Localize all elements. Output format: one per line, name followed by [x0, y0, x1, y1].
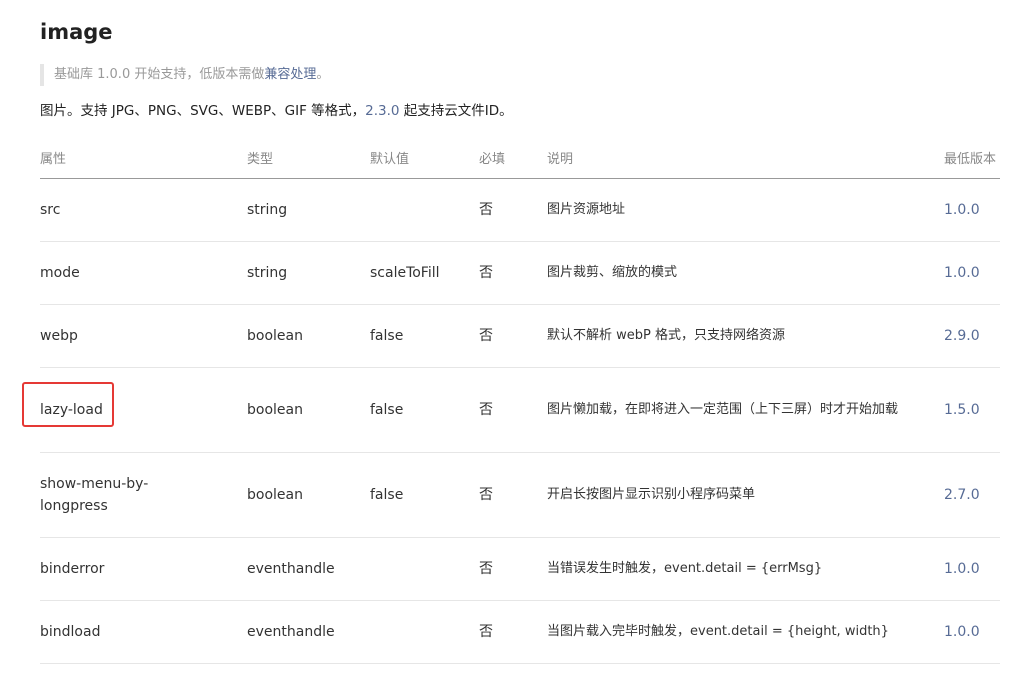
- row-required: 否: [479, 452, 547, 538]
- header-min-version: 最低版本: [944, 136, 1000, 179]
- row-description: 图片懒加载，在即将进入一定范围（上下三屏）时才开始加载: [547, 367, 944, 453]
- table-row: lazy-load boolean false 否 图片懒加载，在即将进入一定范…: [40, 367, 1000, 453]
- row-type: boolean: [247, 367, 370, 453]
- description-text-end: 起支持云文件ID。: [399, 103, 513, 119]
- row-description: 当图片载入完毕时触发，event.detail = {height, width…: [547, 600, 944, 664]
- row-required: 否: [479, 178, 547, 242]
- row-default: scaleToFill: [370, 241, 479, 305]
- compat-link[interactable]: 兼容处理: [264, 67, 316, 82]
- row-name: lazy-load: [40, 367, 247, 453]
- row-description: 图片资源地址: [547, 178, 944, 242]
- description-version: 2.3.0: [365, 103, 400, 119]
- table-row: webp boolean false 否 默认不解析 webP 格式，只支持网络…: [40, 304, 1000, 368]
- compat-note: 基础库 1.0.0 开始支持，低版本需做兼容处理。: [40, 64, 329, 86]
- row-type: string: [247, 241, 370, 305]
- component-description: 图片。支持 JPG、PNG、SVG、WEBP、GIF 等格式，2.3.0 起支持…: [40, 100, 513, 122]
- row-version: 2.7.0: [944, 452, 1000, 538]
- table-header-row: 属性 类型 默认值 必填 说明 最低版本: [40, 136, 1000, 179]
- header-attribute: 属性: [40, 136, 247, 179]
- row-name: binderror: [40, 537, 247, 601]
- description-text: 图片。支持 JPG、PNG、SVG、WEBP、GIF 等格式，: [40, 103, 366, 119]
- table-row: bindload eventhandle 否 当图片载入完毕时触发，event.…: [40, 600, 1000, 664]
- row-default: false: [370, 304, 479, 368]
- row-required: 否: [479, 241, 547, 305]
- row-version: 1.0.0: [944, 241, 1000, 305]
- row-version: 1.0.0: [944, 537, 1000, 601]
- header-required: 必填: [479, 136, 547, 179]
- table-row: src string 否 图片资源地址 1.0.0: [40, 178, 1000, 242]
- row-name: show-menu-by-longpress: [40, 452, 247, 538]
- row-required: 否: [479, 304, 547, 368]
- row-name: webp: [40, 304, 247, 368]
- row-version: 1.0.0: [944, 600, 1000, 664]
- row-description: 默认不解析 webP 格式，只支持网络资源: [547, 304, 944, 368]
- row-type: boolean: [247, 452, 370, 538]
- header-description: 说明: [547, 136, 944, 179]
- page-title: image: [40, 20, 113, 44]
- table-row: show-menu-by-longpress boolean false 否 开…: [40, 452, 1000, 538]
- row-default: [370, 537, 479, 601]
- row-type: boolean: [247, 304, 370, 368]
- row-required: 否: [479, 537, 547, 601]
- row-version: 1.5.0: [944, 367, 1000, 453]
- row-name: bindload: [40, 600, 247, 664]
- row-description: 当错误发生时触发，event.detail = {errMsg}: [547, 537, 944, 601]
- table-row: mode string scaleToFill 否 图片裁剪、缩放的模式 1.0…: [40, 241, 1000, 305]
- table-row: binderror eventhandle 否 当错误发生时触发，event.d…: [40, 537, 1000, 601]
- row-description: 图片裁剪、缩放的模式: [547, 241, 944, 305]
- row-type: string: [247, 178, 370, 242]
- properties-table: 属性 类型 默认值 必填 说明 最低版本 src string 否 图片资源地址…: [40, 136, 1000, 664]
- row-default: [370, 178, 479, 242]
- row-default: false: [370, 367, 479, 453]
- row-required: 否: [479, 367, 547, 453]
- row-required: 否: [479, 600, 547, 664]
- header-type: 类型: [247, 136, 370, 179]
- row-default: false: [370, 452, 479, 538]
- row-version: 1.0.0: [944, 178, 1000, 242]
- row-name: src: [40, 178, 247, 242]
- row-description: 开启长按图片显示识别小程序码菜单: [547, 452, 944, 538]
- header-default: 默认值: [370, 136, 479, 179]
- compat-note-end: 。: [316, 67, 330, 82]
- compat-note-text: 基础库 1.0.0 开始支持，低版本需做: [54, 67, 265, 82]
- row-version: 2.9.0: [944, 304, 1000, 368]
- row-default: [370, 600, 479, 664]
- row-type: eventhandle: [247, 537, 370, 601]
- row-name: mode: [40, 241, 247, 305]
- row-type: eventhandle: [247, 600, 370, 664]
